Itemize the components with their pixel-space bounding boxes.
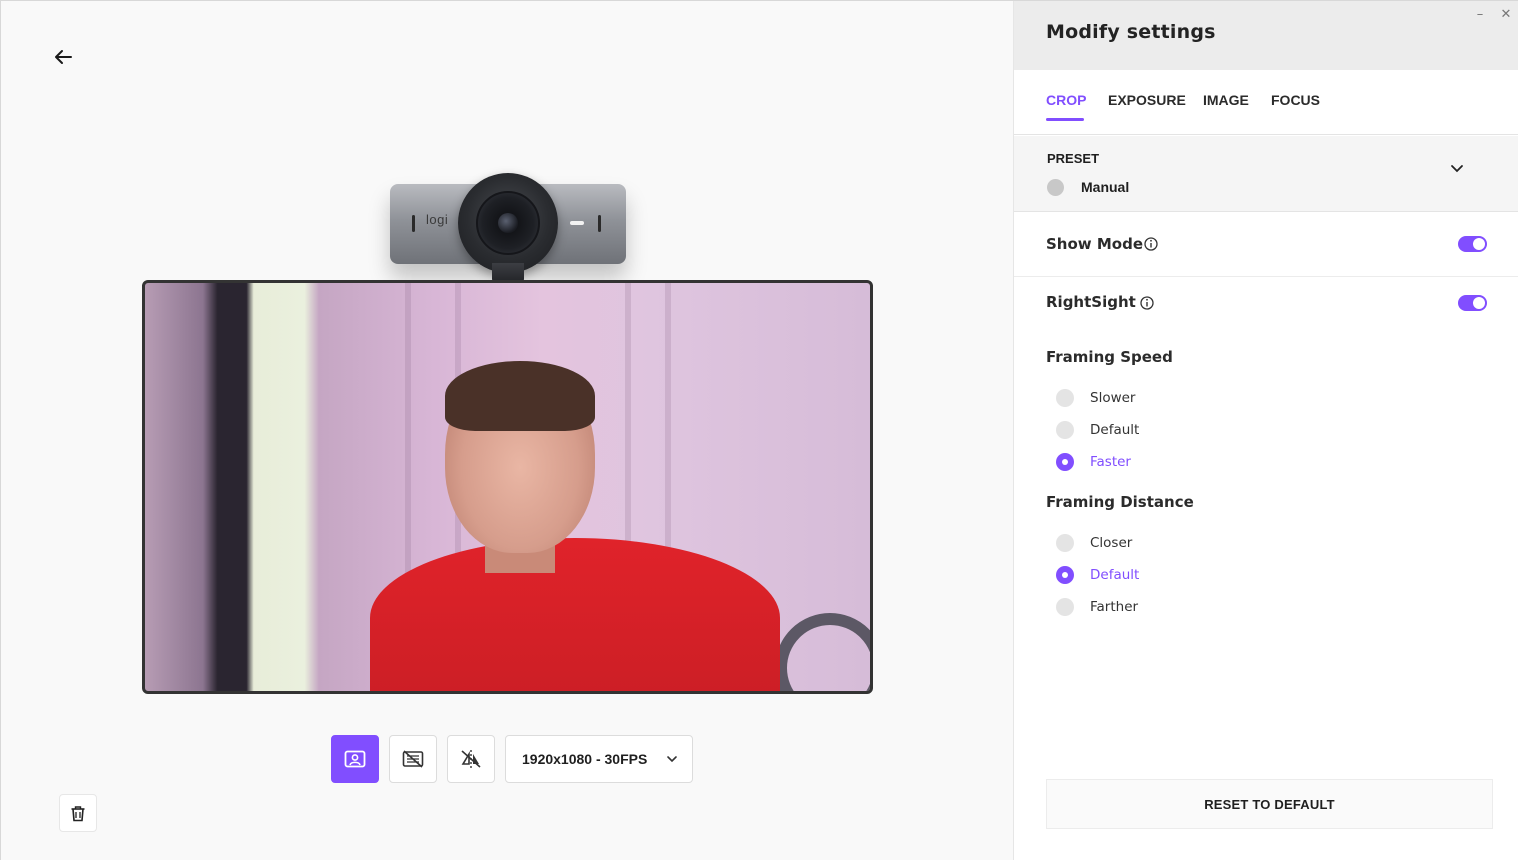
- preset-status-dot: [1047, 179, 1064, 196]
- panel-title: Modify settings: [1046, 21, 1216, 43]
- radio-button[interactable]: [1056, 421, 1074, 439]
- webcam-illustration: logi: [390, 171, 626, 283]
- resolution-value: 1920x1080 - 30FPS: [522, 751, 648, 767]
- webcam-indicator: [570, 221, 584, 225]
- no-overlay-icon: [402, 750, 424, 768]
- radio-label: Faster: [1090, 454, 1131, 470]
- radio-label: Closer: [1090, 535, 1133, 551]
- radio-label: Default: [1090, 567, 1140, 583]
- framing-speed-slower[interactable]: Slower: [1056, 387, 1135, 409]
- mirror-off-icon: [461, 750, 481, 768]
- radio-button[interactable]: [1056, 389, 1074, 407]
- webcam-logo: logi: [426, 212, 449, 227]
- chair: [775, 613, 870, 691]
- show-mode-row: Show Mode: [1014, 213, 1518, 277]
- panel-header: Modify settings – ✕: [1014, 1, 1518, 70]
- trash-icon: [71, 805, 85, 821]
- tab-focus[interactable]: FOCUS: [1271, 92, 1320, 108]
- info-icon[interactable]: [1140, 296, 1154, 310]
- tab-crop[interactable]: CROP: [1046, 92, 1086, 108]
- minimize-button[interactable]: –: [1471, 7, 1489, 22]
- preset-value: Manual: [1081, 179, 1130, 195]
- webcam-marker: [412, 215, 415, 232]
- preset-label: PRESET: [1047, 151, 1100, 166]
- radio-label: Default: [1090, 422, 1140, 438]
- rightsight-row: RightSight: [1014, 277, 1518, 341]
- rightsight-toggle[interactable]: [1458, 295, 1487, 311]
- preview-pane: logi 1920x1080 - 30FPS: [1, 1, 1013, 860]
- framing-speed-faster[interactable]: Faster: [1056, 451, 1131, 473]
- framing-distance-default[interactable]: Default: [1056, 564, 1139, 586]
- framing-speed-title: Framing Speed: [1046, 348, 1173, 366]
- portrait-frame-button[interactable]: [331, 735, 379, 783]
- preview-toolbar: 1920x1080 - 30FPS: [331, 735, 693, 783]
- chevron-down-icon: [667, 756, 677, 763]
- webcam-lens: [458, 173, 558, 273]
- chevron-down-icon: [1451, 165, 1463, 173]
- resolution-select[interactable]: 1920x1080 - 30FPS: [505, 735, 693, 783]
- preset-dropdown[interactable]: PRESET Manual: [1014, 136, 1518, 212]
- framing-distance-farther[interactable]: Farther: [1056, 596, 1138, 618]
- show-mode-label: Show Mode: [1046, 235, 1144, 253]
- radio-label: Farther: [1090, 599, 1139, 615]
- radio-button[interactable]: [1056, 598, 1074, 616]
- mirror-off-button[interactable]: [447, 735, 495, 783]
- webcam-marker: [598, 215, 601, 232]
- settings-panel: Modify settings – ✕ CROP EXPOSURE IMAGE …: [1013, 1, 1518, 860]
- camera-preview: [142, 280, 873, 694]
- show-mode-toggle[interactable]: [1458, 236, 1487, 252]
- framing-speed-default[interactable]: Default: [1056, 419, 1139, 441]
- arrow-left-icon: [55, 50, 72, 64]
- framing-distance-closer[interactable]: Closer: [1056, 532, 1132, 554]
- active-tab-indicator: [1046, 118, 1084, 121]
- back-button[interactable]: [47, 41, 79, 73]
- no-overlay-button[interactable]: [389, 735, 437, 783]
- reset-to-default-button[interactable]: RESET TO DEFAULT: [1046, 779, 1493, 829]
- info-icon[interactable]: [1144, 237, 1158, 251]
- toggle-knob: [1473, 238, 1485, 250]
- webcam-lens-ring: [476, 191, 540, 255]
- radio-button[interactable]: [1056, 534, 1074, 552]
- radio-button[interactable]: [1056, 566, 1074, 584]
- delete-button[interactable]: [59, 794, 97, 832]
- framing-distance-title: Framing Distance: [1046, 493, 1194, 511]
- webcam-lens-core: [498, 213, 518, 233]
- rightsight-label: RightSight: [1046, 293, 1136, 311]
- tab-exposure[interactable]: EXPOSURE: [1108, 92, 1186, 108]
- person-shirt: [370, 538, 780, 691]
- toggle-knob: [1473, 297, 1485, 309]
- portrait-frame-icon: [344, 750, 366, 768]
- radio-label: Slower: [1090, 390, 1136, 406]
- app-window: logi 1920x1080 - 30FPS Modify settings –…: [0, 0, 1518, 860]
- settings-tabs: CROP EXPOSURE IMAGE FOCUS: [1014, 70, 1518, 135]
- close-button[interactable]: ✕: [1497, 7, 1515, 22]
- reset-label: RESET TO DEFAULT: [1204, 796, 1335, 812]
- person-hair: [445, 361, 595, 431]
- tab-image[interactable]: IMAGE: [1203, 92, 1249, 108]
- radio-button[interactable]: [1056, 453, 1074, 471]
